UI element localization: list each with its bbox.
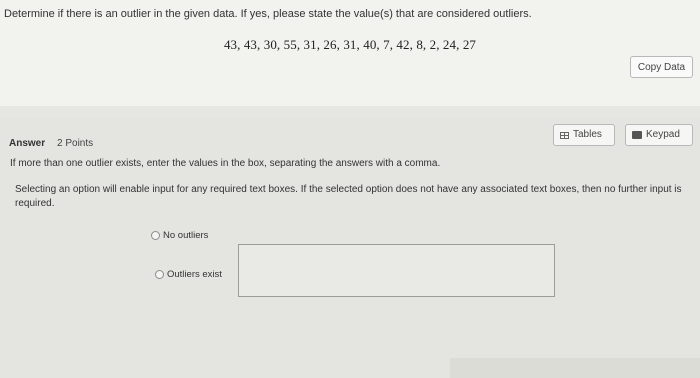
radio-button[interactable] bbox=[151, 231, 160, 240]
points-label: 2 Points bbox=[57, 138, 94, 149]
selection-instruction-text: Selecting an option will enable input fo… bbox=[15, 184, 682, 209]
keypad-button[interactable]: Keypad bbox=[625, 124, 693, 146]
answer-label: Answer bbox=[9, 138, 46, 149]
keypad-button-label: Keypad bbox=[646, 129, 680, 140]
option-outliers-exist[interactable]: Outliers exist bbox=[155, 269, 222, 280]
option-no-outliers[interactable]: No outliers bbox=[151, 230, 208, 241]
copy-data-button[interactable]: Copy Data bbox=[630, 56, 693, 78]
option-label: No outliers bbox=[163, 230, 209, 241]
data-values: 43, 43, 30, 55, 31, 26, 31, 40, 7, 42, 8… bbox=[223, 37, 477, 52]
option-label: Outliers exist bbox=[167, 269, 222, 280]
answer-panel: Tables Keypad Answer 2 Points If more th… bbox=[0, 118, 700, 378]
keypad-icon bbox=[632, 131, 642, 139]
bottom-shade bbox=[450, 358, 700, 378]
instruction-text: If more than one outlier exists, enter t… bbox=[10, 158, 441, 169]
outliers-input-field[interactable] bbox=[238, 244, 555, 297]
tables-button-label: Tables bbox=[573, 129, 602, 140]
table-icon bbox=[560, 131, 569, 139]
radio-button[interactable] bbox=[155, 270, 164, 279]
tables-button[interactable]: Tables bbox=[553, 124, 615, 146]
question-text: Determine if there is an outlier in the … bbox=[4, 8, 532, 20]
question-panel: Determine if there is an outlier in the … bbox=[0, 0, 700, 106]
